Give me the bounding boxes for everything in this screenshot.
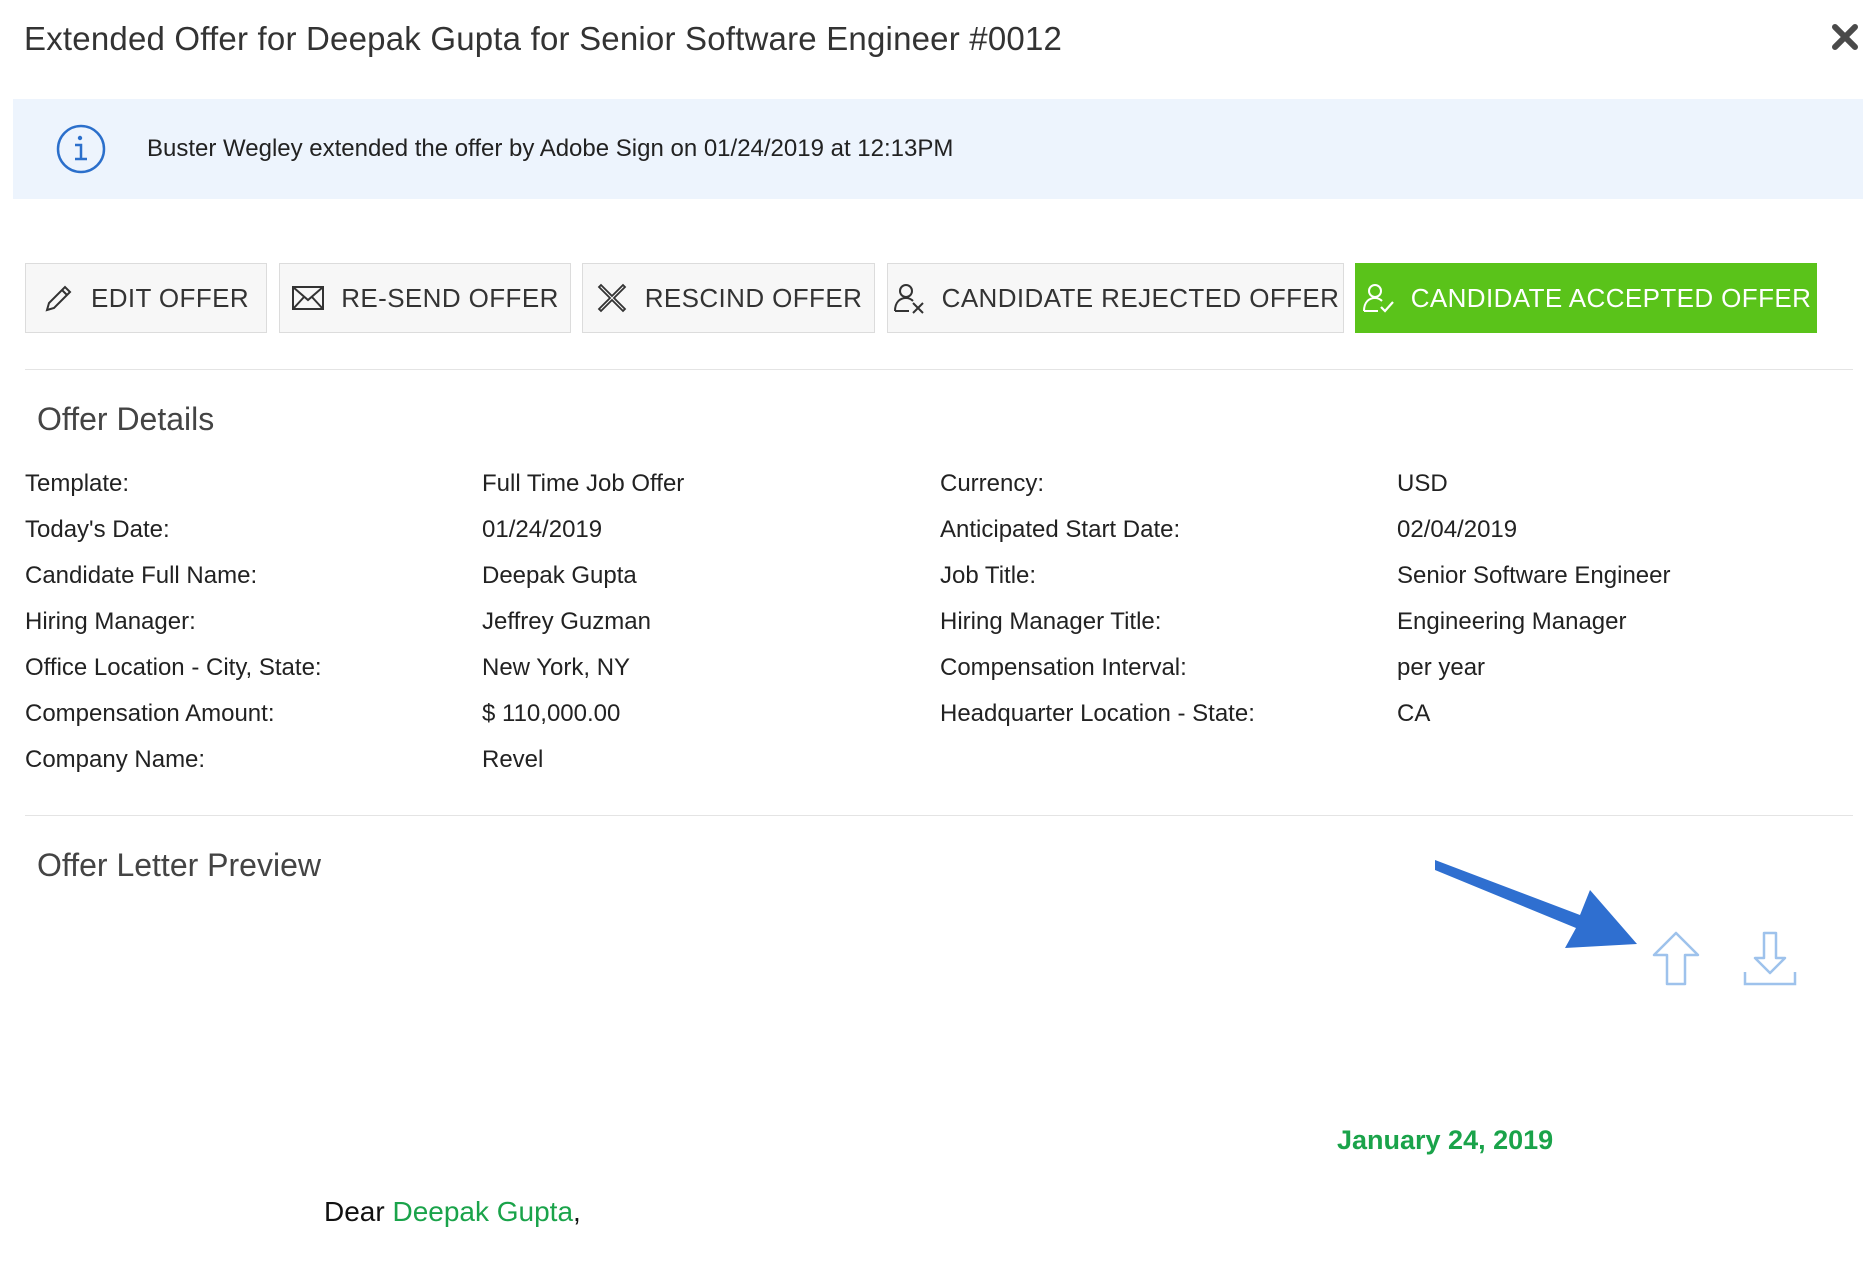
edit-offer-button[interactable]: EDIT OFFER — [25, 263, 267, 333]
pencil-icon — [45, 285, 72, 312]
detail-value: per year — [1397, 654, 1486, 681]
x-cross-icon — [597, 283, 626, 313]
detail-label: Anticipated Start Date: — [940, 516, 1181, 543]
detail-value: CA — [1397, 700, 1431, 727]
rescind-offer-button[interactable]: RESCIND OFFER — [582, 263, 875, 333]
detail-label: Currency: — [940, 470, 1045, 497]
candidate-accepted-offer-label: CANDIDATE ACCEPTED OFFER — [1410, 282, 1812, 313]
rescind-offer-label: RESCIND OFFER — [644, 282, 863, 313]
salutation-candidate-name: Deepak Gupta — [392, 1196, 574, 1227]
download-button[interactable] — [1742, 930, 1798, 988]
detail-value: USD — [1397, 470, 1448, 497]
envelope-icon — [292, 286, 325, 310]
detail-value: Senior Software Engineer — [1397, 562, 1671, 589]
detail-label: Compensation Interval: — [940, 654, 1187, 681]
divider — [25, 369, 1853, 370]
salutation-suffix: , — [573, 1196, 581, 1227]
detail-label: Headquarter Location - State: — [940, 700, 1255, 727]
offer-details-heading: Offer Details — [37, 401, 215, 437]
candidate-rejected-offer-label: CANDIDATE REJECTED OFFER — [941, 282, 1340, 313]
modal-title: Extended Offer for Deepak Gupta for Seni… — [24, 20, 1063, 57]
detail-label: Company Name: — [25, 746, 206, 773]
detail-label: Template: — [25, 470, 130, 497]
detail-value: 01/24/2019 — [482, 516, 603, 543]
close-x-icon — [1832, 24, 1858, 50]
letter-date: January 24, 2019 — [1337, 1125, 1554, 1155]
candidate-rejected-offer-button[interactable]: CANDIDATE REJECTED OFFER — [887, 263, 1344, 333]
user-x-icon — [893, 284, 924, 314]
detail-value: $ 110,000.00 — [482, 700, 621, 727]
banner-message: Buster Wegley extended the offer by Adob… — [147, 135, 954, 162]
salutation-prefix: Dear — [324, 1196, 393, 1227]
detail-label: Hiring Manager: — [25, 608, 196, 635]
divider — [25, 815, 1853, 816]
detail-label: Compensation Amount: — [25, 700, 275, 727]
offer-details-grid: Template: Full Time Job Offer Today's Da… — [25, 470, 1855, 790]
detail-value: Jeffrey Guzman — [482, 608, 651, 635]
close-button[interactable] — [1826, 18, 1864, 56]
detail-value: 02/04/2019 — [1397, 516, 1518, 543]
resend-offer-button[interactable]: RE-SEND OFFER — [279, 263, 571, 333]
info-circle-icon — [56, 124, 106, 174]
detail-label: Office Location - City, State: — [25, 654, 322, 681]
offer-letter-preview-heading: Offer Letter Preview — [37, 847, 321, 883]
blue-callout-arrow-icon — [1435, 860, 1637, 948]
letter-salutation: Dear Deepak Gupta, — [324, 1196, 581, 1228]
detail-value: Engineering Manager — [1397, 608, 1627, 635]
candidate-accepted-offer-button[interactable]: CANDIDATE ACCEPTED OFFER — [1355, 263, 1817, 333]
edit-offer-label: EDIT OFFER — [90, 282, 250, 313]
preview-actions — [1640, 930, 1820, 990]
detail-label: Hiring Manager Title: — [940, 608, 1162, 635]
detail-value: Deepak Gupta — [482, 562, 637, 589]
upload-button[interactable] — [1648, 930, 1704, 988]
resend-offer-label: RE-SEND OFFER — [341, 282, 559, 313]
detail-value: New York, NY — [482, 654, 631, 681]
user-check-icon — [1362, 284, 1394, 313]
detail-value: Full Time Job Offer — [482, 470, 685, 497]
download-arrow-icon — [1743, 931, 1797, 986]
upload-arrow-icon — [1652, 931, 1700, 986]
detail-label: Job Title: — [940, 562, 1037, 589]
detail-label: Candidate Full Name: — [25, 562, 258, 589]
detail-value: Revel — [482, 746, 544, 773]
detail-label: Today's Date: — [25, 516, 170, 543]
info-banner: Buster Wegley extended the offer by Adob… — [13, 99, 1863, 199]
